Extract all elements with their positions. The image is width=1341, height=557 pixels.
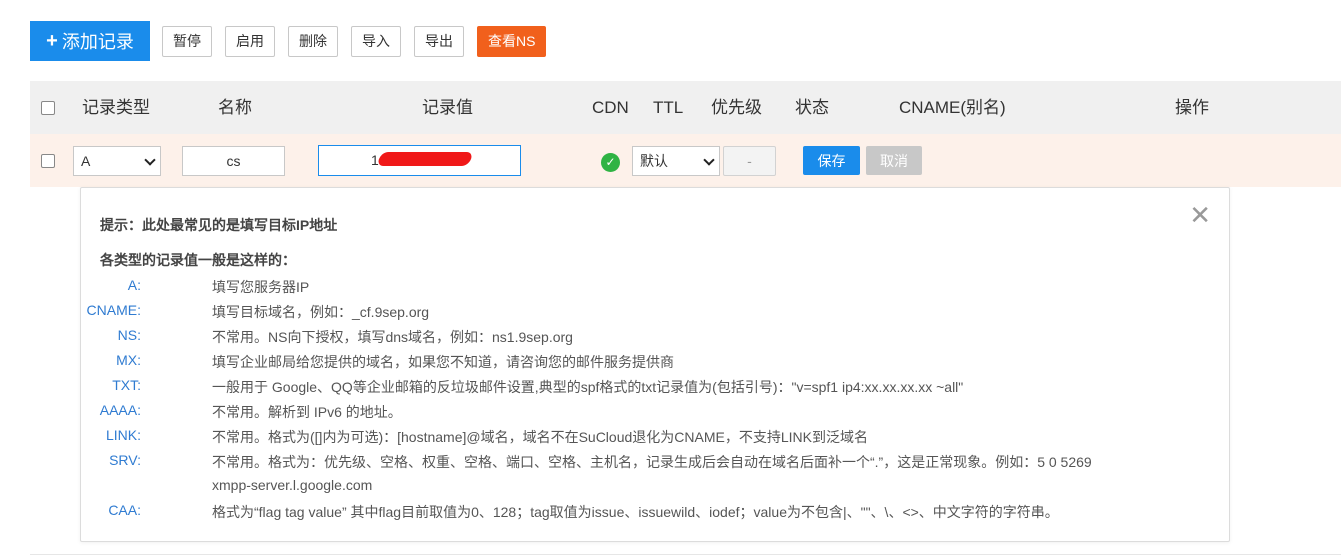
- delete-button[interactable]: 删除: [288, 25, 338, 57]
- header-cdn: CDN: [592, 98, 629, 117]
- header-record-type: 记录类型: [82, 98, 150, 117]
- cdn-check-icon[interactable]: ✓: [601, 153, 620, 172]
- tip-value: 填写企业邮局给您提供的域名，如果您不知道，请咨询您的邮件服务提供商: [212, 354, 674, 370]
- tip-key: TXT:: [112, 377, 141, 393]
- divider: [30, 554, 1341, 555]
- add-record-button[interactable]: + 添加记录: [30, 21, 150, 61]
- export-button[interactable]: 导出: [414, 25, 464, 57]
- chevron-down-icon: [144, 154, 156, 166]
- ttl-value: 默认: [640, 153, 668, 169]
- tip-row: AAAA: 不常用。解析到 IPv6 的地址。: [81, 402, 1181, 427]
- tip-key: NS:: [117, 327, 141, 343]
- tip-row: CAA: 格式为“flag tag value” 其中flag目前取值为0、12…: [81, 502, 1181, 527]
- add-record-label: 添加记录: [61, 32, 134, 52]
- import-button[interactable]: 导入: [351, 25, 401, 57]
- tip-key: A:: [127, 277, 141, 293]
- header-status: 状态: [795, 98, 829, 117]
- header-cname: CNAME(别名): [899, 98, 1006, 117]
- tip-row: MX: 填写企业邮局给您提供的域名，如果您不知道，请咨询您的邮件服务提供商: [81, 352, 1181, 377]
- tip-value: 不常用。解析到 IPv6 的地址。: [212, 404, 402, 420]
- tip-key: CNAME:: [86, 302, 141, 318]
- tip-value: 格式为“flag tag value” 其中flag目前取值为0、128；tag…: [212, 504, 1059, 520]
- tip-value: xmpp-server.l.google.com: [212, 477, 373, 493]
- tip-value: 不常用。NS向下授权，填写dns域名，例如：ns1.9sep.org: [212, 329, 573, 345]
- redaction-mark: [376, 152, 474, 166]
- header-record-value: 记录值: [422, 98, 473, 117]
- header-name: 名称: [218, 98, 252, 117]
- tip-value: 不常用。格式为([]内为可选)：[hostname]@域名，域名不在SuClou…: [212, 429, 868, 445]
- tip-value: 填写目标域名，例如：_cf.9sep.org: [212, 304, 430, 320]
- header-actions: 操作: [1175, 98, 1209, 117]
- tip-title: 提示：此处最常见的是填写目标IP地址: [100, 217, 338, 233]
- tip-row: TXT: 一般用于 Google、QQ等企业邮箱的反垃圾邮件设置,典型的spf格…: [81, 377, 1181, 402]
- close-icon[interactable]: ✕: [1189, 202, 1211, 228]
- tip-row: A: 填写您服务器IP: [81, 277, 1181, 302]
- tip-row: xmpp-server.l.google.com: [81, 477, 1181, 502]
- record-type-select[interactable]: A: [73, 146, 161, 176]
- tip-row: SRV: 不常用。格式为：优先级、空格、权重、空格、端口、空格、主机名，记录生成…: [81, 452, 1181, 477]
- table-header: 记录类型 名称 记录值 CDN TTL 优先级 状态 CNAME(别名) 操作: [30, 81, 1341, 134]
- plus-icon: +: [46, 30, 58, 52]
- tip-key: SRV:: [109, 452, 141, 468]
- record-value-input[interactable]: 1: [318, 145, 521, 176]
- name-input[interactable]: cs: [182, 146, 285, 176]
- priority-input: -: [723, 146, 776, 176]
- record-value-tip-panel: ✕ 提示：此处最常见的是填写目标IP地址 各类型的记录值一般是这样的： A: 填…: [80, 187, 1230, 542]
- pause-button[interactable]: 暂停: [162, 25, 212, 57]
- save-button[interactable]: 保存: [803, 146, 860, 175]
- tip-value: 一般用于 Google、QQ等企业邮箱的反垃圾邮件设置,典型的spf格式的txt…: [212, 379, 964, 395]
- tip-key: LINK:: [105, 427, 141, 443]
- view-ns-button[interactable]: 查看NS: [477, 25, 547, 57]
- row-checkbox[interactable]: [41, 154, 55, 168]
- tip-row: CNAME: 填写目标域名，例如：_cf.9sep.org: [81, 302, 1181, 327]
- tip-key: CAA:: [108, 502, 141, 518]
- ttl-select[interactable]: 默认: [632, 146, 720, 176]
- tip-key: AAAA:: [99, 402, 141, 418]
- record-type-value: A: [81, 153, 91, 169]
- enable-button[interactable]: 启用: [225, 25, 275, 57]
- header-ttl: TTL: [653, 98, 684, 117]
- header-priority: 优先级: [711, 98, 762, 117]
- select-all-checkbox[interactable]: [41, 101, 55, 115]
- cancel-button[interactable]: 取消: [866, 146, 922, 175]
- tip-subtitle: 各类型的记录值一般是这样的：: [100, 252, 296, 268]
- tip-row: LINK: 不常用。格式为([]内为可选)：[hostname]@域名，域名不在…: [81, 427, 1181, 452]
- table-row-editing: A cs 1 ✓ 默认 - 保存 取消: [30, 134, 1341, 187]
- tip-key: MX:: [116, 352, 141, 368]
- tip-value: 填写您服务器IP: [212, 279, 310, 295]
- toolbar: + 添加记录 暂停 启用 删除 导入 导出 查看NS: [30, 21, 559, 61]
- tip-row: NS: 不常用。NS向下授权，填写dns域名，例如：ns1.9sep.org: [81, 327, 1181, 352]
- tip-value: 不常用。格式为：优先级、空格、权重、空格、端口、空格、主机名，记录生成后会自动在…: [212, 454, 1092, 470]
- chevron-down-icon: [703, 154, 715, 166]
